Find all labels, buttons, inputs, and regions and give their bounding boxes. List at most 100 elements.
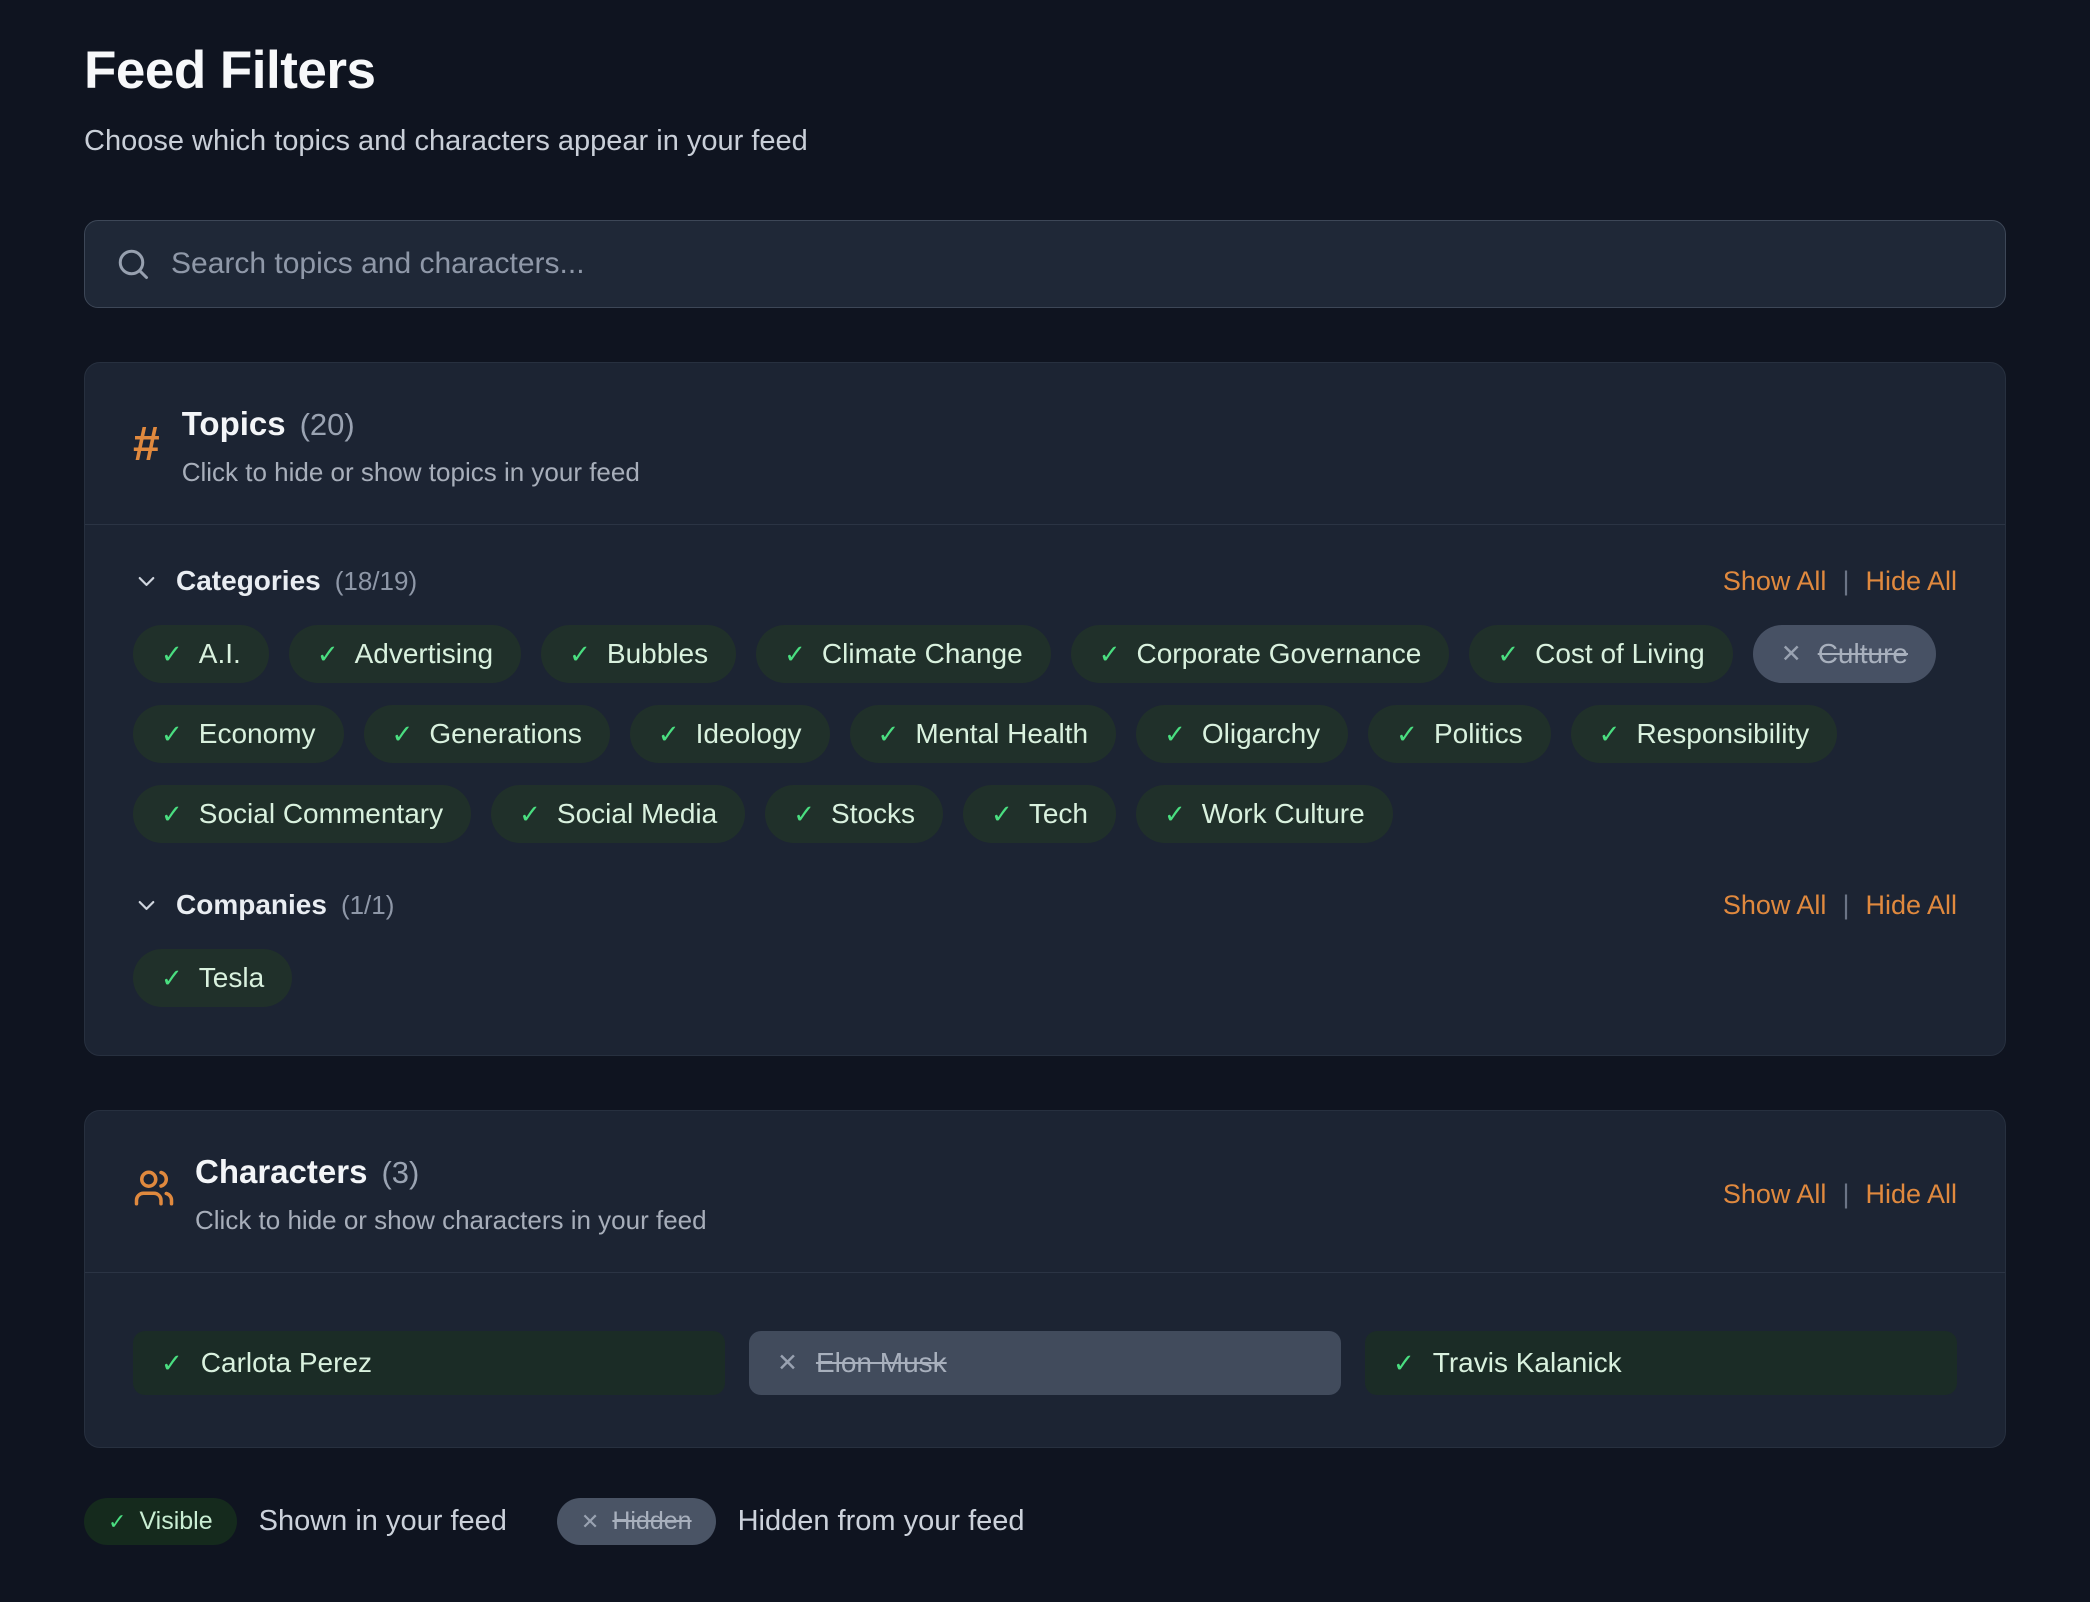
check-icon: ✓: [392, 719, 414, 750]
chip-label: Tesla: [199, 962, 264, 994]
character-row[interactable]: ✕ Elon Musk: [749, 1331, 1341, 1395]
hide-all-link[interactable]: Hide All: [1865, 1179, 1957, 1210]
chip-label: Stocks: [831, 798, 915, 830]
show-all-link[interactable]: Show All: [1723, 890, 1827, 921]
topics-card-header: # Topics (20) Click to hide or show topi…: [85, 363, 2005, 524]
check-icon: ✓: [1599, 719, 1621, 750]
categories-chip-list: ✓ A.I. ✓ Advertising ✓ Bubbles ✓: [133, 625, 1957, 843]
link-separator: |: [1842, 566, 1849, 597]
topic-chip[interactable]: ✓ Stocks: [765, 785, 943, 843]
chip-label: Cost of Living: [1535, 638, 1705, 670]
characters-list: ✓ Carlota Perez ✕ Elon Musk ✓ Travis Kal…: [85, 1273, 2005, 1447]
page-title: Feed Filters: [84, 40, 2006, 101]
group-count-companies: (1/1): [341, 890, 394, 921]
chevron-down-icon[interactable]: [133, 568, 160, 595]
topics-count: (20): [300, 407, 355, 443]
companies-group-header: Companies (1/1) Show All | Hide All: [133, 889, 1957, 921]
character-name: Elon Musk: [816, 1347, 947, 1379]
topic-chip[interactable]: ✓ Responsibility: [1571, 705, 1838, 763]
topic-chip[interactable]: ✓ Climate Change: [756, 625, 1051, 683]
topic-chip[interactable]: ✓ Social Media: [491, 785, 745, 843]
topics-card-body: Categories (18/19) Show All | Hide All ✓…: [85, 525, 2005, 1055]
group-name-companies[interactable]: Companies: [176, 889, 327, 921]
x-icon: ✕: [1781, 639, 1802, 669]
topic-chip[interactable]: ✓ Corporate Governance: [1071, 625, 1450, 683]
topic-chip[interactable]: ✓ Economy: [133, 705, 344, 763]
company-chip[interactable]: ✓ Tesla: [133, 949, 292, 1007]
topics-card: # Topics (20) Click to hide or show topi…: [84, 362, 2006, 1056]
check-icon: ✓: [161, 1348, 183, 1379]
check-icon: ✓: [658, 719, 680, 750]
chip-label: Advertising: [355, 638, 494, 670]
check-icon: ✓: [1164, 799, 1186, 830]
topic-chip[interactable]: ✓ Mental Health: [850, 705, 1117, 763]
hide-all-link[interactable]: Hide All: [1865, 566, 1957, 597]
x-icon: ✕: [581, 1509, 599, 1535]
chip-label: Culture: [1818, 638, 1908, 670]
link-separator: |: [1842, 890, 1849, 921]
check-icon: ✓: [1396, 719, 1418, 750]
topic-chip[interactable]: ✓ Work Culture: [1136, 785, 1393, 843]
chip-label: A.I.: [199, 638, 241, 670]
chip-label: Generations: [429, 718, 582, 750]
characters-count: (3): [381, 1155, 419, 1191]
topic-chip[interactable]: ✓ Tech: [963, 785, 1116, 843]
chip-label: Responsibility: [1636, 718, 1809, 750]
hash-icon: #: [133, 421, 160, 469]
chip-label: Corporate Governance: [1136, 638, 1421, 670]
chip-label: Social Media: [557, 798, 717, 830]
characters-title: Characters: [195, 1153, 367, 1191]
search-icon: [115, 246, 151, 282]
chip-label: Social Commentary: [199, 798, 443, 830]
chip-label: Climate Change: [822, 638, 1023, 670]
users-icon: [133, 1167, 175, 1209]
show-all-link[interactable]: Show All: [1723, 566, 1827, 597]
group-count-categories: (18/19): [335, 566, 417, 597]
check-icon: ✓: [1497, 639, 1519, 670]
check-icon: ✓: [991, 799, 1013, 830]
topic-chip[interactable]: ✓ Bubbles: [541, 625, 736, 683]
check-icon: ✓: [161, 639, 183, 670]
character-row[interactable]: ✓ Carlota Perez: [133, 1331, 725, 1395]
topic-chip[interactable]: ✓ Politics: [1368, 705, 1551, 763]
search-bar[interactable]: [84, 220, 2006, 308]
topic-chip[interactable]: ✓ Ideology: [630, 705, 830, 763]
show-all-link[interactable]: Show All: [1723, 1179, 1827, 1210]
chip-label: Mental Health: [915, 718, 1088, 750]
chip-label: Oligarchy: [1202, 718, 1320, 750]
chip-label: Economy: [199, 718, 316, 750]
topic-chip[interactable]: ✓ Advertising: [289, 625, 521, 683]
check-icon: ✓: [161, 719, 183, 750]
check-icon: ✓: [519, 799, 541, 830]
hidden-badge: ✕ Hidden: [557, 1498, 716, 1545]
hide-all-link[interactable]: Hide All: [1865, 890, 1957, 921]
check-icon: ✓: [793, 799, 815, 830]
companies-chip-list: ✓ Tesla: [133, 949, 1957, 1007]
check-icon: ✓: [1393, 1348, 1415, 1379]
check-icon: ✓: [878, 719, 900, 750]
group-name-categories[interactable]: Categories: [176, 565, 321, 597]
topics-subtitle: Click to hide or show topics in your fee…: [182, 457, 640, 488]
topics-heading: Topics (20) Click to hide or show topics…: [182, 405, 640, 488]
chip-label: Tech: [1029, 798, 1088, 830]
check-icon: ✓: [317, 639, 339, 670]
search-input[interactable]: [171, 247, 1975, 281]
chevron-down-icon[interactable]: [133, 892, 160, 919]
check-icon: ✓: [784, 639, 806, 670]
topic-chip[interactable]: ✓ Generations: [364, 705, 610, 763]
visible-badge: ✓ Visible: [84, 1498, 237, 1545]
page-subtitle: Choose which topics and characters appea…: [84, 125, 2006, 158]
topic-chip[interactable]: ✓ Cost of Living: [1469, 625, 1732, 683]
categories-group-header: Categories (18/19) Show All | Hide All: [133, 565, 1957, 597]
check-icon: ✓: [1099, 639, 1121, 670]
topic-chip[interactable]: ✓ A.I.: [133, 625, 269, 683]
check-icon: ✓: [161, 799, 183, 830]
link-separator: |: [1842, 1179, 1849, 1210]
topic-chip[interactable]: ✕ Culture: [1753, 625, 1936, 683]
topic-chip[interactable]: ✓ Social Commentary: [133, 785, 471, 843]
chip-label: Work Culture: [1202, 798, 1365, 830]
character-row[interactable]: ✓ Travis Kalanick: [1365, 1331, 1957, 1395]
hidden-legend-text: Hidden from your feed: [738, 1505, 1025, 1538]
topic-chip[interactable]: ✓ Oligarchy: [1136, 705, 1348, 763]
chip-label: Politics: [1434, 718, 1523, 750]
